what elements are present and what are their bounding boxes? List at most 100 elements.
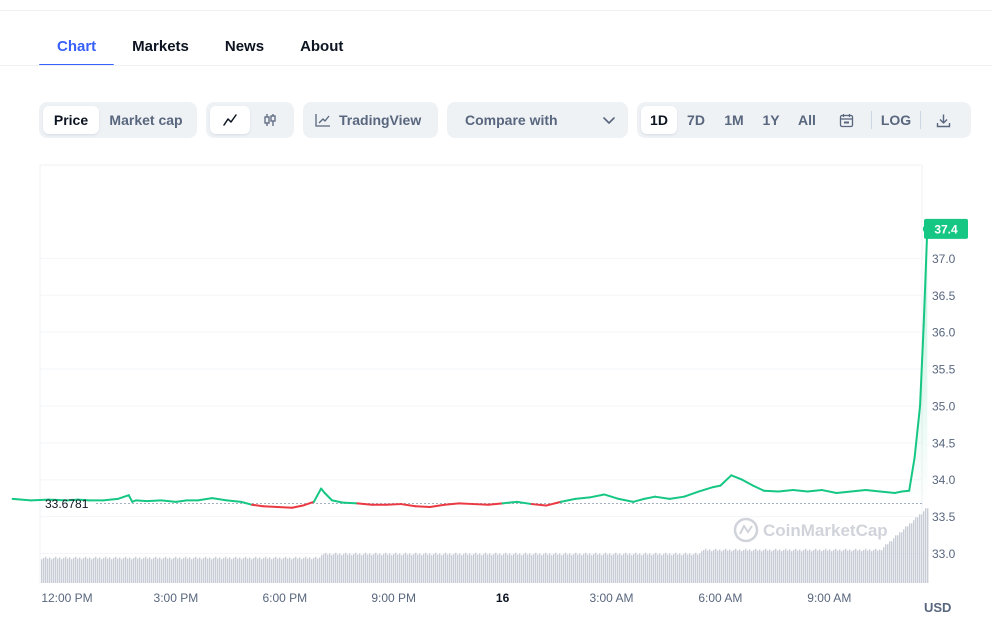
volume-bar bbox=[823, 550, 825, 583]
price-line-segment bbox=[11, 497, 32, 502]
price-line-segment bbox=[719, 474, 733, 487]
volume-bar bbox=[657, 554, 659, 583]
price-line-segment bbox=[443, 502, 461, 506]
volume-bar bbox=[503, 554, 505, 583]
volume-bar bbox=[881, 550, 883, 583]
volume-bar bbox=[677, 554, 679, 583]
price-line-segment bbox=[697, 486, 715, 493]
price-line-segment bbox=[102, 497, 119, 502]
price-line-segment bbox=[668, 495, 686, 500]
volume-bar bbox=[603, 554, 605, 583]
volume-bar bbox=[165, 556, 167, 583]
volume-bar bbox=[429, 553, 431, 583]
price-line-segment bbox=[617, 497, 635, 503]
price-line-segment bbox=[127, 494, 134, 503]
volume-bar bbox=[913, 520, 915, 583]
price-line-segment bbox=[501, 500, 519, 505]
volume-bar bbox=[669, 553, 671, 583]
volume-bar bbox=[861, 551, 863, 583]
volume-bar bbox=[131, 559, 133, 583]
price-line-segment bbox=[196, 497, 214, 502]
volume-bar bbox=[453, 554, 455, 583]
volume-bar bbox=[441, 555, 443, 583]
volume-bar bbox=[413, 554, 415, 583]
volume-bar bbox=[105, 556, 107, 583]
volume-bar bbox=[373, 554, 375, 583]
x-tick-label: 9:00 PM bbox=[371, 591, 416, 605]
volume-bar bbox=[375, 552, 377, 583]
price-line-segment bbox=[632, 497, 646, 503]
volume-bar bbox=[87, 558, 89, 583]
volume-bar bbox=[529, 553, 531, 583]
volume-bar bbox=[91, 559, 93, 583]
volume-bar bbox=[417, 554, 419, 583]
volume-bar bbox=[835, 548, 837, 583]
volume-bar bbox=[459, 553, 461, 583]
volume-bar bbox=[743, 550, 745, 583]
price-line-segment bbox=[792, 489, 809, 493]
volume-bar bbox=[297, 558, 299, 583]
volume-bar bbox=[145, 556, 147, 583]
volume-bar bbox=[283, 558, 285, 583]
volume-bar bbox=[613, 554, 615, 583]
volume-bar bbox=[495, 552, 497, 583]
volume-bar bbox=[223, 558, 225, 583]
price-line-segment bbox=[806, 489, 824, 493]
volume-bar bbox=[221, 559, 223, 583]
volume-bar bbox=[647, 554, 649, 583]
volume-bar bbox=[341, 555, 343, 583]
volume-bar bbox=[351, 555, 353, 583]
volume-bar bbox=[423, 554, 425, 583]
volume-bar bbox=[173, 558, 175, 583]
volume-bar bbox=[465, 552, 467, 583]
volume-bar bbox=[837, 550, 839, 583]
volume-bar bbox=[143, 558, 145, 583]
price-line-segment bbox=[399, 503, 417, 508]
volume-bar bbox=[181, 559, 183, 583]
volume-bar bbox=[361, 555, 363, 583]
volume-bar bbox=[515, 552, 517, 583]
volume-bar bbox=[821, 551, 823, 583]
volume-bar bbox=[59, 557, 61, 583]
volume-bar bbox=[399, 553, 401, 583]
volume-bar bbox=[101, 559, 103, 583]
volume-bar bbox=[335, 552, 337, 583]
volume-bar bbox=[251, 559, 253, 583]
volume-bar bbox=[889, 541, 891, 583]
price-line-segment bbox=[458, 502, 475, 506]
volume-bar bbox=[171, 559, 173, 583]
volume-bar bbox=[159, 557, 161, 583]
volume-bar bbox=[339, 553, 341, 583]
volume-bar bbox=[321, 555, 323, 583]
volume-bar bbox=[241, 559, 243, 583]
volume-bar bbox=[527, 554, 529, 583]
volume-bar bbox=[925, 508, 927, 583]
volume-bar bbox=[623, 554, 625, 583]
volume-bar bbox=[685, 552, 687, 583]
volume-bar bbox=[271, 559, 273, 583]
volume-bar bbox=[127, 558, 129, 583]
volume-bar bbox=[391, 555, 393, 583]
volume-bar bbox=[117, 558, 119, 583]
volume-bar bbox=[177, 558, 179, 583]
volume-bar bbox=[129, 557, 131, 583]
volume-bar bbox=[751, 551, 753, 583]
price-line-segment bbox=[323, 491, 333, 502]
price-line-segment bbox=[341, 501, 359, 505]
volume-bar bbox=[57, 558, 59, 583]
volume-bar bbox=[793, 550, 795, 583]
price-line-segment bbox=[472, 503, 490, 506]
currency-label: USD bbox=[924, 600, 952, 615]
volume-bar bbox=[333, 554, 335, 583]
volume-bar bbox=[291, 559, 293, 583]
volume-bar bbox=[485, 552, 487, 583]
watermark-text: CoinMarketCap bbox=[763, 521, 888, 540]
price-chart[interactable]: CoinMarketCap 37.0 36.5 36.0 35.5 35.0 34.5 34… bbox=[0, 0, 992, 628]
volume-bar bbox=[245, 556, 247, 583]
volume-bar bbox=[289, 557, 291, 583]
volume-bar bbox=[849, 549, 851, 583]
volume-bar bbox=[425, 552, 427, 583]
current-price-label: 37.4 bbox=[934, 222, 958, 236]
volume-bar bbox=[901, 532, 903, 583]
volume-bar bbox=[885, 544, 887, 583]
